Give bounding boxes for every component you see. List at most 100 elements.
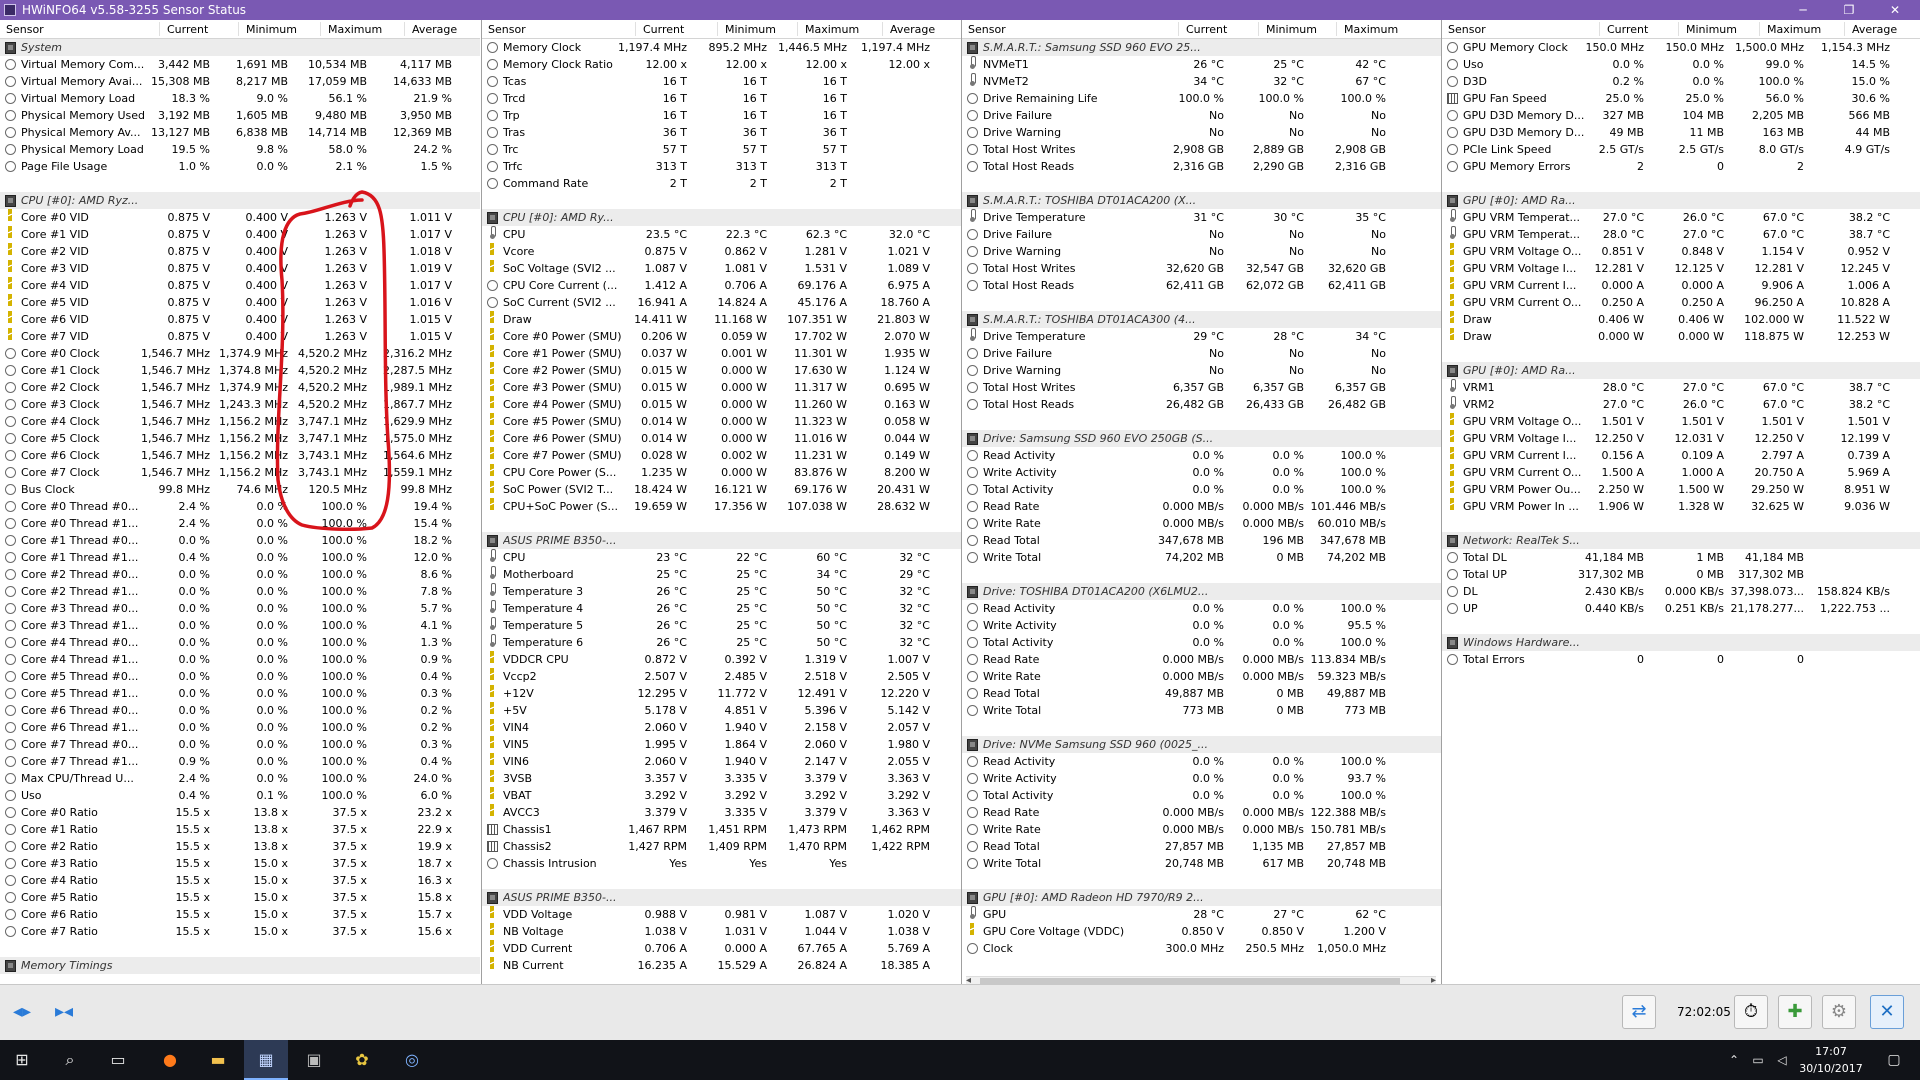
sensor-column-1[interactable]: Sensor Current Minimum Maximum Average System… [0, 20, 480, 984]
sensor-row[interactable]: Core #7 Power (SMU) 0.028 W 0.002 W 11.231 … [482, 447, 961, 464]
tray-chevron-icon[interactable]: ⌃ [1726, 1052, 1742, 1068]
sensor-row[interactable]: Core #2 Clock 1,546.7 MHz 1,374.9 MHz 4,520… [0, 379, 480, 396]
sensor-group-header[interactable]: CPU [#0]: AMD Ryz... [0, 192, 480, 209]
sensor-row[interactable]: Core #2 Ratio 15.5 x 13.8 x 37.5 x 19.9 x [0, 838, 480, 855]
sensor-row[interactable]: NVMeT1 26 °C 25 °C 42 °C [962, 56, 1441, 73]
sensor-row[interactable]: Core #2 Thread #0... 0.0 % 0.0 % 100.0 % 8.6… [0, 566, 480, 583]
sensor-row[interactable]: Core #1 Power (SMU) 0.037 W 0.001 W 11.301 … [482, 345, 961, 362]
sensor-row[interactable]: Draw 14.411 W 11.168 W 107.351 W 21.803 W [482, 311, 961, 328]
sensor-row[interactable]: Clock 300.0 MHz 250.5 MHz 1,050.0 MHz [962, 940, 1441, 957]
sensor-group-header[interactable]: Memory Timings [0, 957, 480, 974]
sensor-row[interactable]: Read Rate 0.000 MB/s 0.000 MB/s 122.388 MB/… [962, 804, 1441, 821]
sensor-row[interactable]: GPU VRM Temperat... 27.0 °C 26.0 °C 67.0 °C… [1442, 209, 1920, 226]
sensor-row[interactable]: CPU Core Current (... 1.412 A 0.706 A 69.17… [482, 277, 961, 294]
app-window-icon[interactable]: ▣ [292, 1040, 336, 1080]
sensor-row[interactable]: Draw 0.000 W 0.000 W 118.875 W 12.253 W [1442, 328, 1920, 345]
sensor-row[interactable]: Core #2 Thread #1... 0.0 % 0.0 % 100.0 % 7.8… [0, 583, 480, 600]
sensor-group-header[interactable]: System [0, 39, 480, 56]
sensor-row[interactable]: VDD Current 0.706 A 0.000 A 67.765 A 5.769 A [482, 940, 961, 957]
sensor-row[interactable]: Core #3 VID 0.875 V 0.400 V 1.263 V 1.019 V [0, 260, 480, 277]
network-tray-icon[interactable]: ▭ [1750, 1052, 1766, 1068]
sensor-row[interactable]: Virtual Memory Avai... 15,308 MB 8,217 MB 1… [0, 73, 480, 90]
sensor-row[interactable]: CPU 23.5 °C 22.3 °C 62.3 °C 32.0 °C [482, 226, 961, 243]
sensor-row[interactable]: GPU Memory Errors 2 0 2 [1442, 158, 1920, 175]
sensor-row[interactable]: Tcas 16 T 16 T 16 T [482, 73, 961, 90]
sensor-row[interactable]: Physical Memory Used 3,192 MB 1,605 MB 9,48… [0, 107, 480, 124]
sensor-row[interactable]: GPU Memory Clock 150.0 MHz 150.0 MHz 1,500.… [1442, 39, 1920, 56]
close-sensors-button[interactable]: ✕ [1870, 995, 1904, 1029]
sensor-row[interactable]: Core #5 Ratio 15.5 x 15.0 x 37.5 x 15.8 x [0, 889, 480, 906]
sensor-row[interactable]: VDD Voltage 0.988 V 0.981 V 1.087 V 1.020 V [482, 906, 961, 923]
nav-back-icon[interactable]: ◂▸ [4, 999, 40, 1025]
header-sensor[interactable]: Sensor [488, 23, 526, 37]
sensor-row[interactable]: Uso 0.0 % 0.0 % 99.0 % 14.5 % [1442, 56, 1920, 73]
header-current[interactable]: Current [643, 23, 684, 37]
sensor-row[interactable]: Core #6 Clock 1,546.7 MHz 1,156.2 MHz 3,743… [0, 447, 480, 464]
sensor-row[interactable]: Temperature 4 26 °C 25 °C 50 °C 32 °C [482, 600, 961, 617]
header-maximum[interactable]: Maximum [328, 23, 382, 37]
sensor-row[interactable]: GPU VRM Voltage O... 1.501 V 1.501 V 1.501 … [1442, 413, 1920, 430]
sensor-row[interactable]: Total Host Writes 32,620 GB 32,547 GB 32,62… [962, 260, 1441, 277]
sensor-row[interactable]: Drive Failure No No No [962, 107, 1441, 124]
sensor-row[interactable]: GPU VRM Power Ou... 2.250 W 1.500 W 29.250 … [1442, 481, 1920, 498]
sensor-row[interactable]: Core #3 Clock 1,546.7 MHz 1,243.3 MHz 4,520… [0, 396, 480, 413]
sensor-row[interactable]: Command Rate 2 T2 T2 T [482, 175, 961, 192]
sensor-row[interactable]: Core #6 Power (SMU) 0.014 W 0.000 W 11.016 … [482, 430, 961, 447]
sensor-row[interactable]: Read Activity 0.0 % 0.0 % 100.0 % [962, 753, 1441, 770]
sensor-row[interactable]: Core #0 VID 0.875 V 0.400 V 1.263 V 1.011 V [0, 209, 480, 226]
sensor-row[interactable]: Read Rate 0.000 MB/s 0.000 MB/s 113.834 MB/… [962, 651, 1441, 668]
sensor-row[interactable]: Physical Memory Load 19.5 % 9.8 % 58.0 % 24.… [0, 141, 480, 158]
sensor-row[interactable]: Core #3 Ratio 15.5 x 15.0 x 37.5 x 18.7 x [0, 855, 480, 872]
sensor-row[interactable]: GPU D3D Memory D... 49 MB 11 MB 163 MB 44 MB [1442, 124, 1920, 141]
sensor-row[interactable]: NB Current 16.235 A 15.529 A 26.824 A 18.385… [482, 957, 961, 974]
sensor-row[interactable]: Drive Warning No No No [962, 362, 1441, 379]
sensor-row[interactable]: Core #7 Thread #0... 0.0 % 0.0 % 100.0 % 0.3… [0, 736, 480, 753]
sensor-row[interactable]: Trp 16 T 16 T 16 T [482, 107, 961, 124]
sensor-row[interactable]: Total Activity 0.0 % 0.0 % 100.0 % [962, 481, 1441, 498]
sensor-row[interactable]: Write Rate 0.000 MB/s 0.000 MB/s 150.781 MB… [962, 821, 1441, 838]
sensor-row[interactable]: 3VSB 3.357 V 3.335 V 3.379 V 3.363 V [482, 770, 961, 787]
sensor-row[interactable]: SoC Voltage (SVI2 ... 1.087 V 1.081 V 1.531… [482, 260, 961, 277]
header-sensor[interactable]: Sensor [6, 23, 44, 37]
sensor-row[interactable]: Chassis Intrusion Yes Yes Yes [482, 855, 961, 872]
sensor-group-header[interactable]: GPU [#0]: AMD Ra... [1442, 192, 1920, 209]
sensor-row[interactable]: Drive Remaining Life 100.0 % 100.0 % 100.0 … [962, 90, 1441, 107]
header-minimum[interactable]: Minimum [246, 23, 297, 37]
header-minimum[interactable]: Minimum [1266, 23, 1317, 37]
sensor-row[interactable]: GPU VRM Power In ... 1.906 W 1.328 W 32.625… [1442, 498, 1920, 515]
sensor-row[interactable]: Drive Temperature 31 °C 30 °C 35 °C [962, 209, 1441, 226]
header-average[interactable]: Average [890, 23, 935, 37]
sensor-row[interactable]: Total Host Reads 26,482 GB 26,433 GB 26,482… [962, 396, 1441, 413]
sensor-row[interactable]: Total DL 41,184 MB 1 MB 41,184 MB [1442, 549, 1920, 566]
sensor-group-header[interactable]: S.M.A.R.T.: TOSHIBA DT01ACA300 (4... [962, 311, 1441, 328]
sensor-group-header[interactable]: S.M.A.R.T.: TOSHIBA DT01ACA200 (X... [962, 192, 1441, 209]
sensor-row[interactable]: Drive Warning No No No [962, 124, 1441, 141]
sensor-row[interactable]: Drive Warning No No No [962, 243, 1441, 260]
sensor-row[interactable]: Core #6 Ratio 15.5 x 15.0 x 37.5 x 15.7 x [0, 906, 480, 923]
sensor-row[interactable]: D3D 0.2 % 0.0 % 100.0 % 15.0 % [1442, 73, 1920, 90]
sensor-row[interactable]: Chassis1 1,467 RPM 1,451 RPM 1,473 RPM 1,462… [482, 821, 961, 838]
header-maximum[interactable]: Maximum [1767, 23, 1821, 37]
sensor-row[interactable]: Core #1 Ratio 15.5 x 13.8 x 37.5 x 22.9 x [0, 821, 480, 838]
sensor-row[interactable]: Core #2 VID 0.875 V 0.400 V 1.263 V 1.018 V [0, 243, 480, 260]
sensor-row[interactable]: Trc 57 T 57 T 57 T [482, 141, 961, 158]
sensor-group-header[interactable]: ASUS PRIME B350-... [482, 889, 961, 906]
sensor-column-4[interactable]: Sensor Current Minimum Maximum Average GPU Me… [1441, 20, 1920, 984]
sensor-row[interactable]: VBAT 3.292 V 3.292 V 3.292 V 3.292 V [482, 787, 961, 804]
sensor-row[interactable]: Core #3 Thread #1... 0.0 % 0.0 % 100.0 % 4.1… [0, 617, 480, 634]
start-windows-icon[interactable]: ⊞ [0, 1040, 44, 1080]
sensor-row[interactable]: Core #3 Thread #0... 0.0 % 0.0 % 100.0 % 5.7… [0, 600, 480, 617]
sensor-row[interactable]: Total Activity 0.0 % 0.0 % 100.0 % [962, 787, 1441, 804]
header-sensor[interactable]: Sensor [1448, 23, 1486, 37]
sensor-row[interactable]: Memory Clock Ratio 12.00 x 12.00 x 12.00 x1… [482, 56, 961, 73]
sensor-row[interactable]: Write Total 20,748 MB 617 MB 20,748 MB [962, 855, 1441, 872]
sensor-row[interactable]: Core #7 Clock 1,546.7 MHz 1,156.2 MHz 3,743… [0, 464, 480, 481]
sensor-row[interactable]: Core #6 Thread #1... 0.0 % 0.0 % 100.0 % 0.2… [0, 719, 480, 736]
sensor-row[interactable]: NB Voltage 1.038 V 1.031 V 1.044 V 1.038 V [482, 923, 961, 940]
sensor-row[interactable]: Core #7 Thread #1... 0.9 % 0.0 % 100.0 % 0.4… [0, 753, 480, 770]
sensor-row[interactable]: Core #1 Clock 1,546.7 MHz 1,374.8 MHz 4,520… [0, 362, 480, 379]
sensor-group-header[interactable]: CPU [#0]: AMD Ry... [482, 209, 961, 226]
sensor-row[interactable]: GPU VRM Current I... 0.000 A 0.000 A 9.906 … [1442, 277, 1920, 294]
sensor-row[interactable]: CPU+SoC Power (S... 19.659 W 17.356 W 107.0… [482, 498, 961, 515]
sensor-group-header[interactable]: S.M.A.R.T.: Samsung SSD 960 EVO 25... [962, 39, 1441, 56]
